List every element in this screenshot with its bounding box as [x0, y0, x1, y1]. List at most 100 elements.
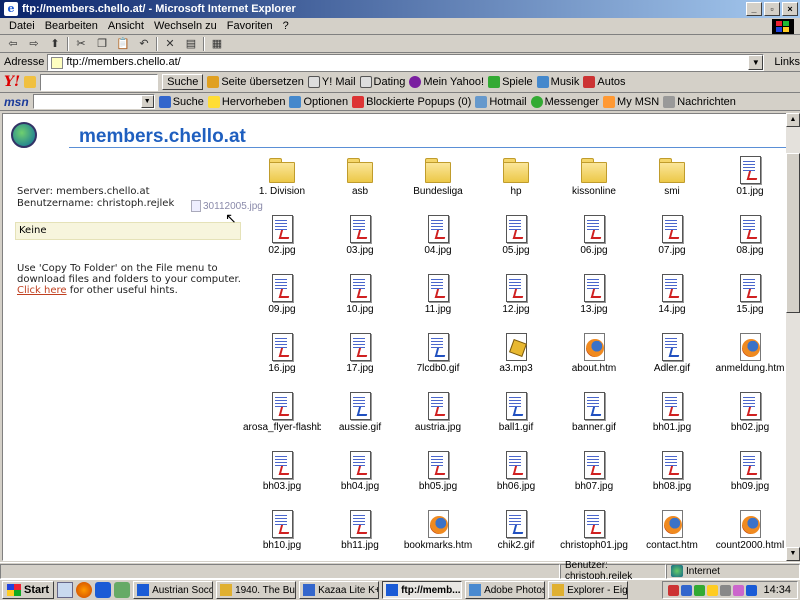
tray-clock[interactable]: 14:34	[763, 584, 791, 596]
file-item[interactable]: banner.gif	[555, 392, 633, 433]
file-item[interactable]: 11.jpg	[399, 274, 477, 315]
yahoo-autos[interactable]: Autos	[583, 76, 626, 88]
file-item[interactable]: 14.jpg	[633, 274, 711, 315]
menu-bearbeiten[interactable]: Bearbeiten	[40, 20, 103, 32]
file-item[interactable]: bookmarks.htm	[399, 510, 477, 551]
file-item[interactable]: 10.jpg	[321, 274, 399, 315]
tray-app-icon[interactable]	[746, 584, 758, 596]
file-item[interactable]: 04.jpg	[399, 215, 477, 256]
tray-app-icon[interactable]	[668, 584, 680, 596]
folder-item[interactable]: Bundesliga	[399, 156, 477, 197]
tray-app-icon[interactable]	[681, 584, 693, 596]
menu-datei[interactable]: Datei	[4, 20, 40, 32]
folder-item[interactable]: kissonline	[555, 156, 633, 197]
file-item[interactable]: bh08.jpg	[633, 451, 711, 492]
file-item[interactable]: bh07.jpg	[555, 451, 633, 492]
yahoo-search-button[interactable]: Suche	[162, 74, 204, 90]
file-item[interactable]: christoph01.jpg	[555, 510, 633, 551]
quicklaunch-desktop-icon[interactable]	[114, 582, 131, 598]
up-folder-icon[interactable]: ⬆	[46, 36, 64, 52]
yahoo-mein-yahoo[interactable]: Mein Yahoo!	[409, 76, 484, 88]
file-item[interactable]: bh06.jpg	[477, 451, 555, 492]
msn-search[interactable]: Suche	[158, 95, 204, 108]
file-item[interactable]: bh01.jpg	[633, 392, 711, 433]
task-explorer[interactable]: Explorer - Eige...	[548, 581, 629, 599]
msn-options[interactable]: Optionen	[289, 95, 348, 108]
task-photoshop[interactable]: Adobe Photos...	[465, 581, 546, 599]
yahoo-search-input[interactable]	[40, 73, 159, 91]
file-item[interactable]: 13.jpg	[555, 274, 633, 315]
quicklaunch-ie-icon[interactable]	[95, 582, 112, 598]
file-item[interactable]: 16.jpg	[243, 333, 321, 374]
file-item[interactable]: contact.htm	[633, 510, 711, 551]
task-1940[interactable]: 1940. The Bu...	[216, 581, 297, 599]
paste-icon[interactable]: 📋	[114, 36, 132, 52]
file-item[interactable]: 02.jpg	[243, 215, 321, 256]
msn-highlight[interactable]: Hervorheben	[207, 95, 285, 108]
file-item[interactable]: 08.jpg	[711, 215, 787, 256]
address-dropdown-icon[interactable]: ▼	[748, 54, 764, 70]
quicklaunch-firefox-icon[interactable]	[76, 582, 93, 598]
views-icon[interactable]: ▦	[208, 36, 226, 52]
pencil-icon[interactable]	[24, 76, 37, 88]
properties-icon[interactable]: ▤	[182, 36, 200, 52]
msn-my-msn[interactable]: My MSN	[603, 95, 659, 108]
file-item[interactable]: 12.jpg	[477, 274, 555, 315]
folder-item[interactable]: smi	[633, 156, 711, 197]
menu-wechseln-zu[interactable]: Wechseln zu	[149, 20, 222, 32]
file-item[interactable]: chik2.gif	[477, 510, 555, 551]
yahoo-mail[interactable]: Y! Mail	[307, 76, 356, 88]
file-item[interactable]: bh04.jpg	[321, 451, 399, 492]
file-item[interactable]: Adler.gif	[633, 333, 711, 374]
file-item[interactable]: 06.jpg	[555, 215, 633, 256]
file-item[interactable]: ball1.gif	[477, 392, 555, 433]
tray-app-icon[interactable]	[694, 584, 706, 596]
menu-favoriten[interactable]: Favoriten	[222, 20, 278, 32]
file-item[interactable]: bh10.jpg	[243, 510, 321, 551]
file-item[interactable]: bh02.jpg	[711, 392, 787, 433]
back-icon[interactable]: ⇦	[4, 36, 22, 52]
msn-news[interactable]: Nachrichten	[663, 95, 736, 108]
menu-help[interactable]: ?	[278, 20, 294, 32]
folder-item[interactable]: 1. Division	[243, 156, 321, 197]
quicklaunch-explorer-icon[interactable]	[57, 582, 74, 598]
file-item[interactable]: aussie.gif	[321, 392, 399, 433]
undo-icon[interactable]: ↶	[135, 36, 153, 52]
cut-icon[interactable]: ✂	[72, 36, 90, 52]
file-item[interactable]: 07.jpg	[633, 215, 711, 256]
file-item[interactable]: arosa_flyer-flashb...	[243, 392, 321, 433]
file-item[interactable]: bh05.jpg	[399, 451, 477, 492]
task-ftp-active[interactable]: ftp://memb...	[382, 581, 463, 599]
maximize-button[interactable]: ▫	[764, 2, 780, 16]
start-button[interactable]: Start	[2, 581, 55, 599]
file-item[interactable]: 09.jpg	[243, 274, 321, 315]
tray-app-icon[interactable]	[733, 584, 745, 596]
scroll-up-icon[interactable]: ▲	[786, 113, 800, 127]
file-item[interactable]: bh11.jpg	[321, 510, 399, 551]
file-item[interactable]: 01.jpg	[711, 156, 787, 197]
msn-messenger[interactable]: Messenger	[530, 95, 599, 108]
close-button[interactable]: ×	[782, 2, 798, 16]
copy-icon[interactable]: ❐	[93, 36, 111, 52]
file-item[interactable]: 03.jpg	[321, 215, 399, 256]
forward-icon[interactable]: ⇨	[25, 36, 43, 52]
tray-app-icon[interactable]	[707, 584, 719, 596]
msn-logo[interactable]: msn	[4, 95, 29, 109]
yahoo-dating[interactable]: Dating	[359, 76, 405, 88]
file-item[interactable]: 17.jpg	[321, 333, 399, 374]
links-label[interactable]: Links	[774, 56, 800, 68]
msn-popup-blocker[interactable]: Blockierte Popups (0)	[352, 95, 471, 108]
file-item[interactable]: about.htm	[555, 333, 633, 374]
scroll-thumb[interactable]	[786, 153, 800, 313]
scroll-down-icon[interactable]: ▼	[786, 547, 800, 561]
delete-icon[interactable]: ✕	[161, 36, 179, 52]
yahoo-musik[interactable]: Musik	[536, 76, 579, 88]
msn-search-input[interactable]: ▼	[32, 94, 155, 109]
file-item[interactable]: 7lcdb0.gif	[399, 333, 477, 374]
folder-item[interactable]: asb	[321, 156, 399, 197]
click-here-link[interactable]: Click here	[17, 285, 67, 296]
folder-item[interactable]: hp	[477, 156, 555, 197]
file-item[interactable]: bh09.jpg	[711, 451, 787, 492]
minimize-button[interactable]: _	[746, 2, 762, 16]
tray-app-icon[interactable]	[720, 584, 732, 596]
